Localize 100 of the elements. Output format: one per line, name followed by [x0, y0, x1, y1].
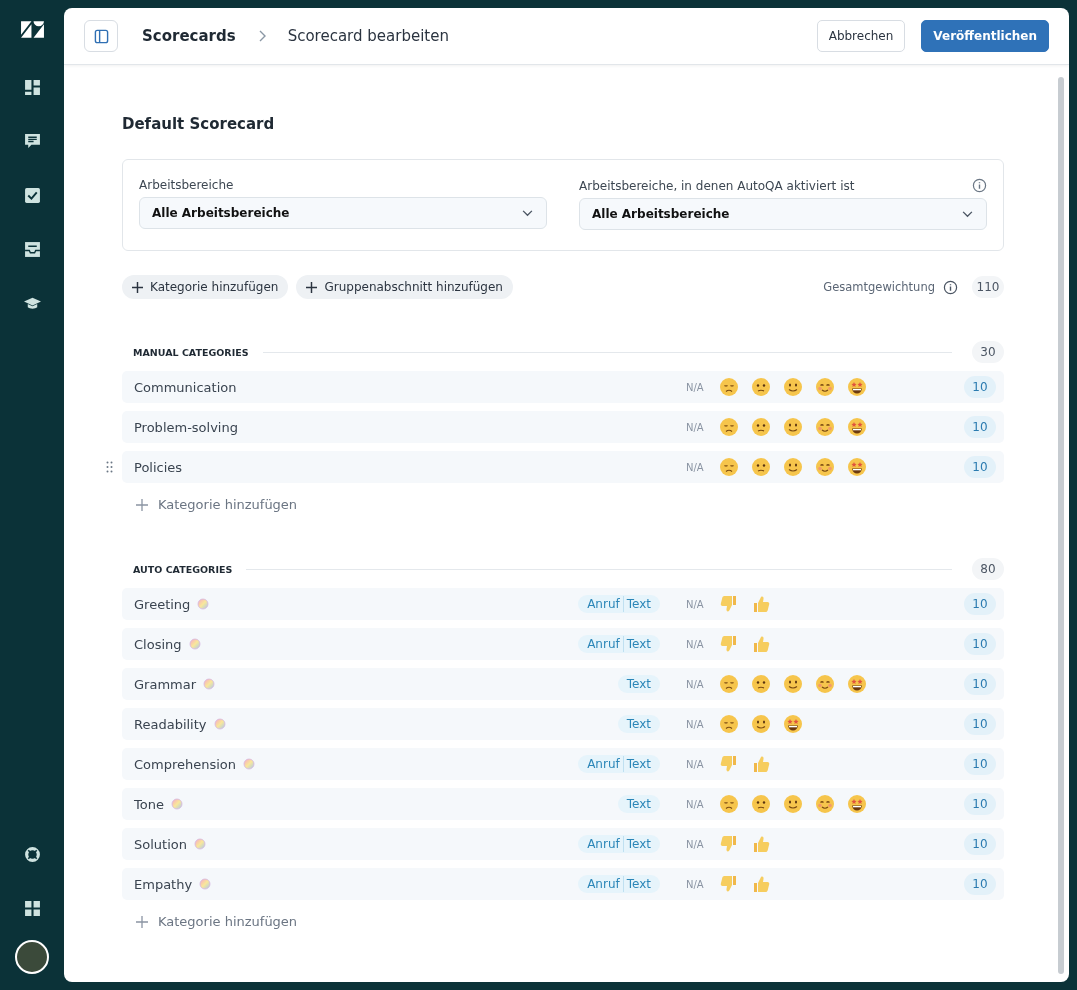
- smiling-face-icon[interactable]: [783, 794, 803, 814]
- thumbs-down-icon[interactable]: [719, 834, 739, 854]
- thumbs-up-icon[interactable]: [751, 634, 771, 654]
- thumbs-down-icon[interactable]: [719, 634, 739, 654]
- cancel-button[interactable]: Abbrechen: [816, 20, 906, 52]
- category-row[interactable]: Grammar Text N/A 10: [102, 668, 1004, 700]
- blushing-face-icon[interactable]: [815, 794, 835, 814]
- graduation-cap-icon[interactable]: [23, 295, 41, 312]
- category-weight[interactable]: 10: [964, 753, 996, 775]
- scrollbar[interactable]: [1058, 77, 1064, 974]
- smiling-face-icon[interactable]: [783, 457, 803, 477]
- smiling-face-icon[interactable]: [783, 377, 803, 397]
- category-weight[interactable]: 10: [964, 793, 996, 815]
- user-avatar[interactable]: [15, 940, 49, 974]
- category-row[interactable]: Comprehension Anruf Text N/A 10: [102, 748, 1004, 780]
- thumbs-up-icon[interactable]: [751, 834, 771, 854]
- na-option[interactable]: N/A: [686, 718, 703, 730]
- category-weight[interactable]: 10: [964, 633, 996, 655]
- thumbs-down-icon[interactable]: [719, 754, 739, 774]
- workspace-dropdown[interactable]: Alle Arbeitsbereiche: [139, 197, 547, 229]
- star-eyes-face-icon[interactable]: [847, 377, 867, 397]
- checkbox-icon[interactable]: [23, 187, 41, 204]
- thumbs-down-icon[interactable]: [719, 594, 739, 614]
- add-category-link[interactable]: Kategorie hinzufügen: [122, 491, 312, 518]
- na-option[interactable]: N/A: [686, 758, 703, 770]
- smiling-face-icon[interactable]: [783, 674, 803, 694]
- category-weight[interactable]: 10: [964, 713, 996, 735]
- add-button[interactable]: Gruppenabschnitt hinzufügen: [296, 275, 513, 299]
- sad-face-icon[interactable]: [719, 457, 739, 477]
- na-option[interactable]: N/A: [686, 878, 703, 890]
- star-eyes-face-icon[interactable]: [847, 674, 867, 694]
- category-row[interactable]: Problem-solving N/A 10: [102, 411, 1004, 443]
- star-eyes-face-icon[interactable]: [847, 417, 867, 437]
- blushing-face-icon[interactable]: [815, 674, 835, 694]
- sad-face-icon[interactable]: [719, 674, 739, 694]
- logo-icon[interactable]: [19, 20, 45, 39]
- na-option[interactable]: N/A: [686, 798, 703, 810]
- category-row[interactable]: Empathy Anruf Text N/A 10: [102, 868, 1004, 900]
- blushing-face-icon[interactable]: [815, 457, 835, 477]
- confused-face-icon[interactable]: [751, 417, 771, 437]
- add-category-link[interactable]: Kategorie hinzufügen: [122, 908, 312, 935]
- sad-face-icon[interactable]: [719, 377, 739, 397]
- category-name: Grammar: [134, 676, 197, 692]
- confused-face-icon[interactable]: [751, 377, 771, 397]
- total-weight-label: Gesamtgewichtung: [823, 280, 935, 294]
- channel-tag: Text: [622, 596, 654, 612]
- na-option[interactable]: N/A: [686, 678, 703, 690]
- dashboard-icon[interactable]: [23, 79, 41, 96]
- thumbs-down-icon[interactable]: [719, 874, 739, 894]
- confused-face-icon[interactable]: [751, 674, 771, 694]
- category-row[interactable]: Greeting Anruf Text N/A 10: [102, 588, 1004, 620]
- breadcrumb-link[interactable]: Scorecards: [142, 27, 236, 45]
- category-row[interactable]: Readability Text N/A 10: [102, 708, 1004, 740]
- blushing-face-icon[interactable]: [815, 377, 835, 397]
- category-weight[interactable]: 10: [964, 833, 996, 855]
- apps-grid-icon[interactable]: [23, 900, 41, 917]
- category-row[interactable]: Communication N/A 10: [102, 371, 1004, 403]
- workspace-dropdown[interactable]: Alle Arbeitsbereiche: [579, 198, 987, 230]
- category-weight[interactable]: 10: [964, 376, 996, 398]
- drag-handle-icon[interactable]: [106, 461, 113, 473]
- na-option[interactable]: N/A: [686, 461, 703, 473]
- category-weight[interactable]: 10: [964, 673, 996, 695]
- thumbs-up-icon[interactable]: [751, 754, 771, 774]
- na-option[interactable]: N/A: [686, 598, 703, 610]
- category-row[interactable]: Policies N/A 10: [102, 451, 1004, 483]
- publish-button[interactable]: Veröffentlichen: [921, 20, 1049, 52]
- sad-face-icon[interactable]: [719, 794, 739, 814]
- sad-face-icon[interactable]: [719, 417, 739, 437]
- add-button[interactable]: Kategorie hinzufügen: [122, 275, 289, 299]
- category-weight[interactable]: 10: [964, 456, 996, 478]
- na-option[interactable]: N/A: [686, 421, 703, 433]
- star-eyes-face-icon[interactable]: [847, 794, 867, 814]
- smiling-face-icon[interactable]: [751, 714, 771, 734]
- sad-face-icon[interactable]: [719, 714, 739, 734]
- page-title: Scorecard bearbeiten: [287, 27, 449, 45]
- na-option[interactable]: N/A: [686, 381, 703, 393]
- category-weight[interactable]: 10: [964, 593, 996, 615]
- category-weight[interactable]: 10: [964, 416, 996, 438]
- info-icon[interactable]: [972, 178, 987, 193]
- category-row[interactable]: Tone Text N/A 10: [102, 788, 1004, 820]
- ai-gradient-icon: [199, 878, 212, 890]
- star-eyes-face-icon[interactable]: [783, 714, 803, 734]
- category-weight[interactable]: 10: [964, 873, 996, 895]
- lifebuoy-icon[interactable]: [23, 846, 41, 863]
- star-eyes-face-icon[interactable]: [847, 457, 867, 477]
- category-row[interactable]: Solution Anruf Text N/A 10: [102, 828, 1004, 860]
- chat-icon[interactable]: [23, 133, 41, 150]
- smiling-face-icon[interactable]: [783, 417, 803, 437]
- sidebar-toggle-button[interactable]: [84, 20, 118, 52]
- na-option[interactable]: N/A: [686, 838, 703, 850]
- thumbs-up-icon[interactable]: [751, 874, 771, 894]
- thumbs-up-icon[interactable]: [751, 594, 771, 614]
- inbox-icon[interactable]: [23, 241, 41, 258]
- section-title: MANUAL CATEGORIES: [133, 346, 249, 358]
- na-option[interactable]: N/A: [686, 638, 703, 650]
- confused-face-icon[interactable]: [751, 457, 771, 477]
- category-row[interactable]: Closing Anruf Text N/A 10: [102, 628, 1004, 660]
- confused-face-icon[interactable]: [751, 794, 771, 814]
- info-icon[interactable]: [943, 279, 958, 295]
- blushing-face-icon[interactable]: [815, 417, 835, 437]
